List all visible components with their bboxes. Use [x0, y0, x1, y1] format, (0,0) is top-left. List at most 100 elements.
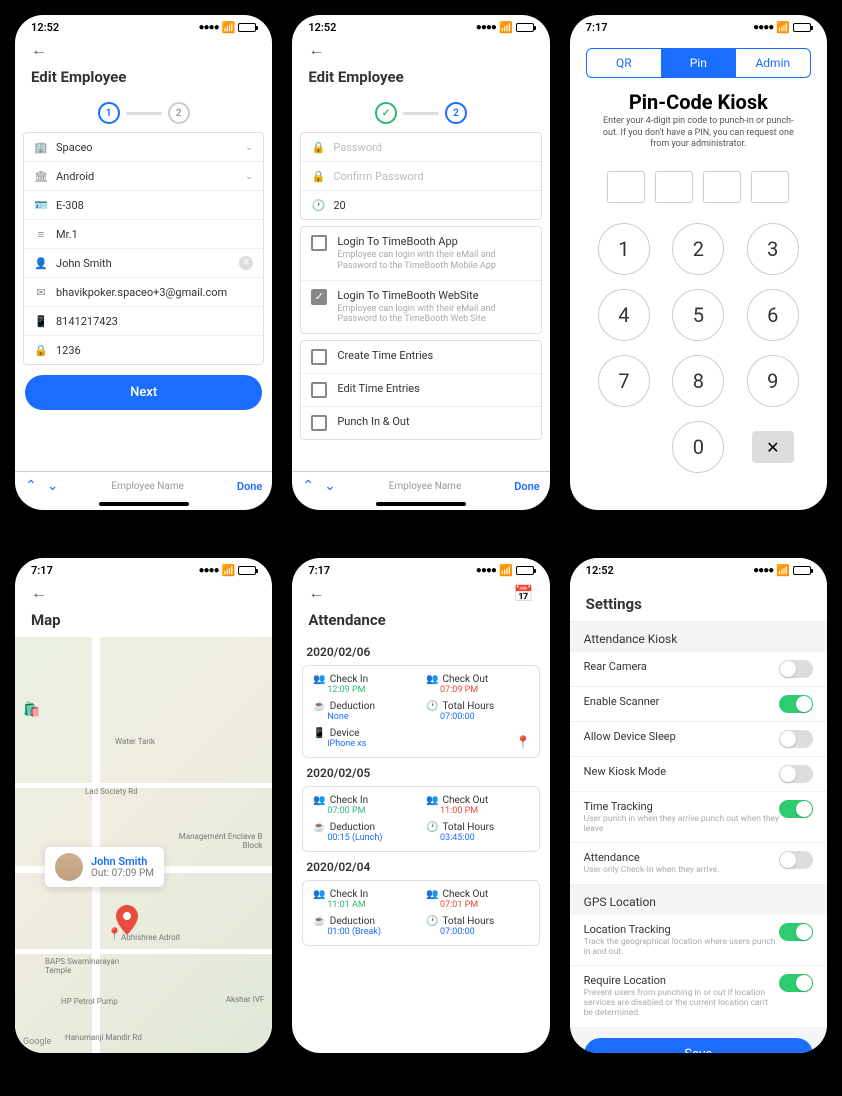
tab-qr[interactable]: QR — [587, 49, 661, 77]
step-2: 2 — [445, 102, 467, 124]
email-field[interactable]: ✉ bhavikpoker.spaceo+3@gmail.com — [24, 278, 263, 307]
kbd-prev[interactable]: ⌃ — [302, 478, 314, 494]
page-title: Settings — [570, 579, 827, 622]
toggle-off[interactable] — [779, 851, 813, 869]
attendance-card-1[interactable]: 👥Check In12:09 PM 👥Check Out07:09 PM ☕De… — [302, 665, 539, 758]
phone-field[interactable]: 📱 8141217423 — [24, 307, 263, 336]
hours-field[interactable]: 🕐 20 — [301, 191, 540, 219]
pin-digit-4[interactable] — [751, 171, 789, 203]
tab-admin[interactable]: Admin — [736, 49, 810, 77]
pin-digit-1[interactable] — [607, 171, 645, 203]
kbd-prev[interactable]: ⌃ — [25, 478, 37, 494]
clear-icon[interactable]: ✕ — [239, 256, 253, 270]
setting-time-tracking[interactable]: Time TrackingUser punch in when they arr… — [570, 792, 827, 843]
kbd-done-button[interactable]: Done — [514, 480, 539, 493]
status-bar: 7:17 ●●●●📶 — [292, 558, 549, 579]
date-header-1: 2020/02/06 — [302, 637, 539, 665]
pin-digit-3[interactable] — [703, 171, 741, 203]
save-button[interactable]: Save — [584, 1038, 813, 1054]
setting-rear-camera[interactable]: Rear Camera — [570, 652, 827, 687]
back-button[interactable]: ← — [15, 36, 272, 64]
calendar-icon[interactable]: 📅 — [498, 580, 550, 607]
keyboard-accessory: ⌃⌄ Employee Name Done — [292, 471, 549, 500]
toggle-off[interactable] — [779, 660, 813, 678]
date-header-2: 2020/02/05 — [302, 758, 539, 786]
setting-enable-scanner[interactable]: Enable Scanner — [570, 687, 827, 722]
next-button[interactable]: Next — [25, 375, 262, 410]
setting-allow-sleep[interactable]: Allow Device Sleep — [570, 722, 827, 757]
attendance-card-3[interactable]: 👥Check In11:01 AM 👥Check Out07:01 PM ☕De… — [302, 880, 539, 946]
building-icon: 🏢 — [34, 140, 48, 154]
toggle-on[interactable] — [779, 923, 813, 941]
chevron-down-icon: ⌄ — [245, 142, 253, 153]
lock-icon: 🔒 — [34, 343, 48, 357]
kbd-next[interactable]: ⌄ — [324, 478, 336, 494]
checkbox-unchecked[interactable] — [311, 382, 327, 398]
toggle-on[interactable] — [779, 695, 813, 713]
key-4[interactable]: 4 — [598, 289, 650, 341]
setting-location-tracking[interactable]: Location TrackingTrack the geographical … — [570, 915, 827, 966]
pin-digit-2[interactable] — [655, 171, 693, 203]
attendance-card-2[interactable]: 👥Check In07:00 PM 👥Check Out11:00 PM ☕De… — [302, 786, 539, 852]
perm-create-entries[interactable]: Create Time Entries — [301, 341, 540, 374]
employee-id-field[interactable]: 🪪 E-308 — [24, 191, 263, 220]
name-field[interactable]: 👤 John Smith ✕ — [24, 249, 263, 278]
toggle-off[interactable] — [779, 765, 813, 783]
platform-field[interactable]: 🏛 Android ⌄ — [24, 162, 263, 191]
lock-icon: 🔒 — [311, 169, 325, 183]
screen-map: 7:17 ●●●●📶 ← Map 🛍️ Water Tank Lad Socie… — [15, 558, 272, 1053]
status-time: 12:52 — [586, 564, 614, 577]
pin-field[interactable]: 🔒 1236 — [24, 336, 263, 364]
bubble-time: Out: 07:09 PM — [91, 868, 154, 879]
tab-bar: QR Pin Admin — [586, 48, 811, 78]
toggle-off[interactable] — [779, 730, 813, 748]
key-8[interactable]: 8 — [672, 355, 724, 407]
company-field[interactable]: 🏢 Spaceo ⌄ — [24, 133, 263, 162]
keypad: 1 2 3 4 5 6 7 8 9 0 ✕ — [570, 223, 827, 473]
status-bar: 7:17 ●●●●📶 — [15, 558, 272, 579]
map-label-temple: BAPS Swaminarayan Temple — [45, 957, 145, 975]
user-bubble[interactable]: John Smith Out: 07:09 PM — [45, 847, 164, 887]
perm-punch[interactable]: Punch In & Out — [301, 407, 540, 439]
key-2[interactable]: 2 — [672, 223, 724, 275]
checkbox-unchecked[interactable] — [311, 349, 327, 365]
password-field[interactable]: 🔒 Password — [301, 133, 540, 162]
kbd-next[interactable]: ⌄ — [47, 478, 59, 494]
coffee-icon: ☕ — [313, 701, 325, 712]
key-6[interactable]: 6 — [747, 289, 799, 341]
setting-attendance[interactable]: AttendanceUser only Check-In when they a… — [570, 843, 827, 884]
kbd-done-button[interactable]: Done — [237, 480, 262, 493]
map-canvas[interactable]: 🛍️ Water Tank Lad Society Rd Management … — [15, 637, 272, 1053]
checkbox-unchecked[interactable] — [311, 235, 327, 251]
keyboard-accessory: ⌃⌄ Employee Name Done — [15, 471, 272, 500]
status-time: 7:17 — [308, 564, 330, 577]
confirm-password-field[interactable]: 🔒 Confirm Password — [301, 162, 540, 191]
toggle-on[interactable] — [779, 974, 813, 992]
setting-require-location[interactable]: Require LocationPrevent users from punch… — [570, 966, 827, 1028]
status-bar: 7:17 ●●●●📶 — [570, 15, 827, 36]
back-button[interactable]: ← — [15, 579, 272, 607]
avatar — [55, 853, 83, 881]
perm-login-app[interactable]: Login To TimeBooth App Employee can logi… — [301, 227, 540, 281]
key-0[interactable]: 0 — [672, 421, 724, 473]
key-delete[interactable]: ✕ — [752, 431, 794, 463]
back-button[interactable]: ← — [292, 36, 549, 64]
key-5[interactable]: 5 — [672, 289, 724, 341]
key-1[interactable]: 1 — [598, 223, 650, 275]
back-button[interactable]: ← — [292, 579, 340, 607]
home-indicator — [376, 502, 466, 506]
key-7[interactable]: 7 — [598, 355, 650, 407]
prefix-field[interactable]: ≡ Mr.1 — [24, 220, 263, 249]
perm-login-web[interactable]: ✓ Login To TimeBooth WebSite Employee ca… — [301, 281, 540, 334]
screen-pin-kiosk: 7:17 ●●●●📶 QR Pin Admin Pin-Code Kiosk E… — [570, 15, 827, 510]
checkbox-unchecked[interactable] — [311, 415, 327, 431]
key-3[interactable]: 3 — [747, 223, 799, 275]
toggle-on[interactable] — [779, 800, 813, 818]
page-title: Edit Employee — [292, 64, 549, 94]
key-9[interactable]: 9 — [747, 355, 799, 407]
perm-edit-entries[interactable]: Edit Time Entries — [301, 374, 540, 407]
status-time: 7:17 — [31, 564, 53, 577]
checkbox-checked[interactable]: ✓ — [311, 289, 327, 305]
tab-pin[interactable]: Pin — [661, 49, 735, 77]
setting-new-kiosk[interactable]: New Kiosk Mode — [570, 757, 827, 792]
